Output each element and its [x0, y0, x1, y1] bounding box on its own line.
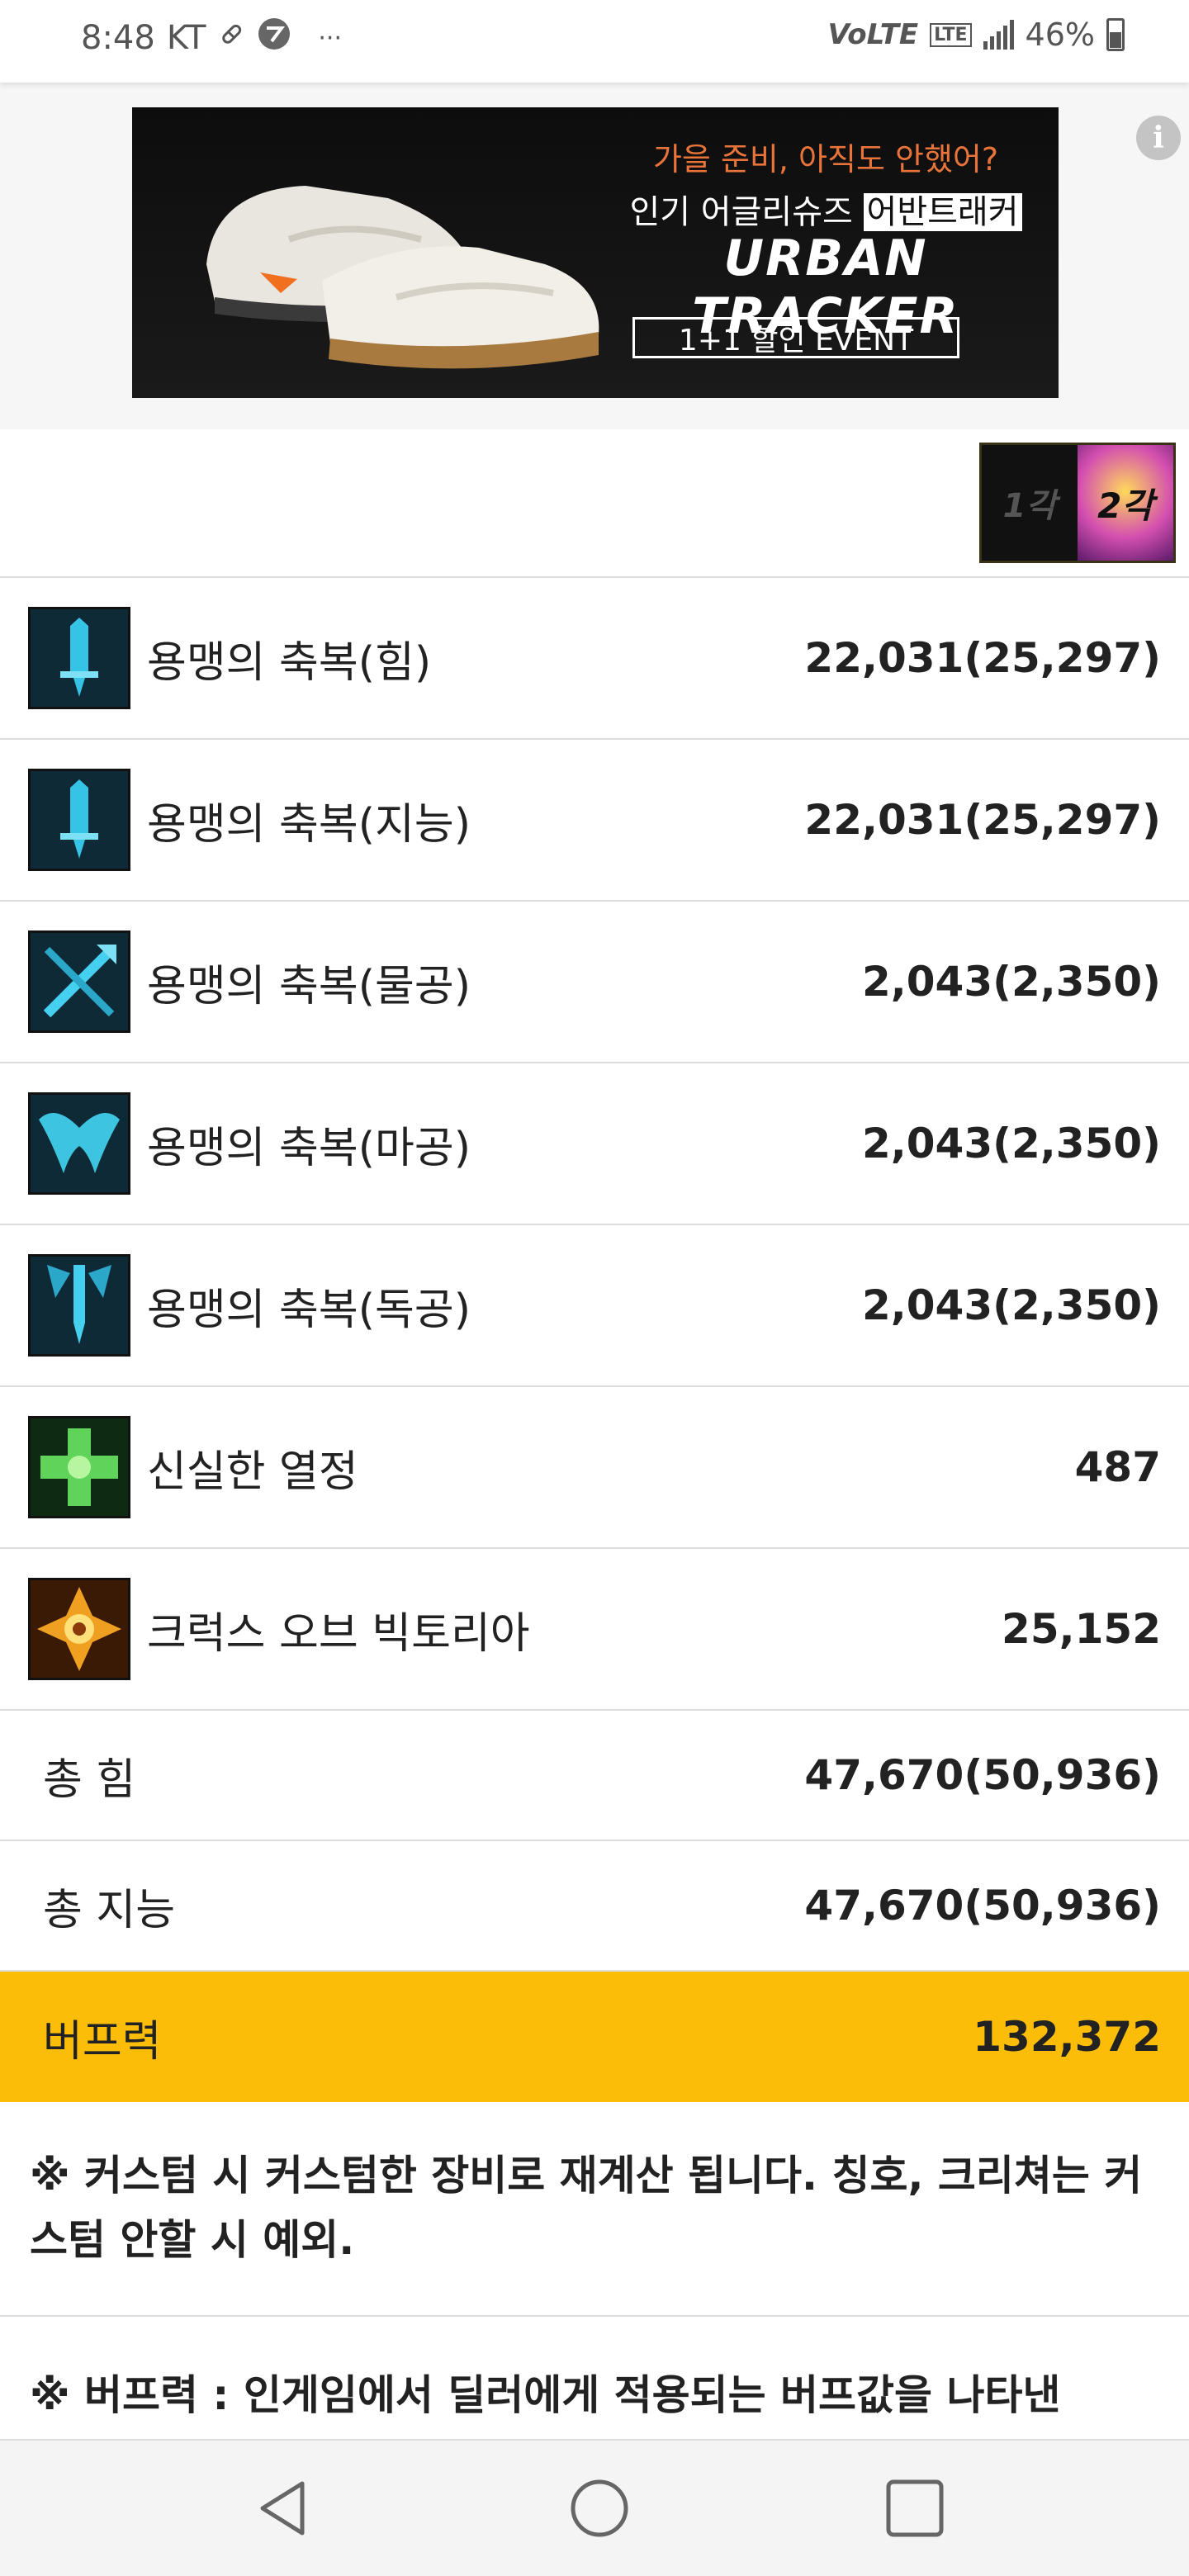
battery-percent: 46%	[1025, 17, 1095, 53]
total-row: 총 힘 47,670(50,936)	[0, 1711, 1189, 1841]
volte-indicator: VoLTE	[827, 18, 919, 51]
buff-row: 용맹의 축복(독공) 2,043(2,350)	[0, 1225, 1189, 1387]
lte-indicator: LTE	[930, 22, 972, 47]
note-buff-power: ※ 버프력 : 인게임에서 딜러에게 적용되는 버프값을 나타낸	[30, 2371, 1061, 2419]
buff-value: 25,152	[1002, 1605, 1161, 1653]
sword-down-icon	[28, 607, 130, 709]
total-value: 47,670(50,936)	[804, 1882, 1161, 1930]
buff-power-value: 132,372	[973, 2013, 1161, 2061]
awakening-toggle-row: 1각 2각	[0, 429, 1189, 578]
navigation-bar	[0, 2439, 1189, 2576]
status-bar: 8:48 KT ··· VoLTE LTE 46%	[0, 0, 1189, 83]
buff-name: 용맹의 축복(힘)	[147, 637, 432, 688]
awakening-2-option[interactable]: 2각	[1078, 445, 1173, 561]
status-time: 8:48	[81, 19, 155, 57]
app-notification-icon	[257, 17, 291, 59]
buff-row: 크럭스 오브 빅토리아 25,152	[0, 1549, 1189, 1711]
signal-icon	[983, 20, 1014, 50]
ad-headline: 가을 준비, 아직도 안했어?	[652, 141, 999, 178]
buff-value: 22,031(25,297)	[804, 796, 1161, 844]
buff-list: 용맹의 축복(힘) 22,031(25,297) 용맹의 축복(지능) 22,0…	[0, 578, 1189, 2102]
winged-sword-icon	[28, 1254, 130, 1357]
back-triangle-icon	[260, 2481, 305, 2536]
buff-name: 크럭스 오브 빅토리아	[147, 1608, 530, 1659]
buff-power-label: 버프력	[43, 2016, 162, 2067]
buff-value: 22,031(25,297)	[804, 634, 1161, 682]
back-button[interactable]	[249, 2474, 319, 2543]
total-label: 총 힘	[43, 1754, 136, 1805]
green-cross-icon	[28, 1416, 130, 1518]
buff-row: 신실한 열정 487	[0, 1387, 1189, 1549]
buff-name: 용맹의 축복(지능)	[147, 799, 471, 850]
home-button[interactable]	[565, 2474, 634, 2543]
buff-row: 용맹의 축복(지능) 22,031(25,297)	[0, 740, 1189, 902]
wings-icon	[28, 1092, 130, 1195]
total-label: 총 지능	[43, 1885, 176, 1935]
notes-section: ※ 커스텀 시 커스텀한 장비로 재계산 됩니다. 칭호, 크리쳐는 커스텀 안…	[0, 2105, 1189, 2427]
buff-value: 2,043(2,350)	[861, 958, 1161, 1006]
total-value: 47,670(50,936)	[804, 1751, 1161, 1799]
buff-name: 신실한 열정	[147, 1447, 358, 1497]
home-circle-icon	[571, 2479, 628, 2537]
ad-area: 가을 준비, 아직도 안했어? 인기 어글리슈즈 어반트래커 URBAN TRA…	[0, 83, 1189, 429]
sneakers-image	[206, 186, 599, 369]
buff-value: 2,043(2,350)	[861, 1281, 1161, 1329]
buff-row: 용맹의 축복(물공) 2,043(2,350)	[0, 902, 1189, 1063]
status-more: ···	[318, 23, 342, 53]
pill-icon	[217, 19, 245, 57]
sword-down-icon	[28, 769, 130, 871]
ad-subheadline-highlight: 어반트래커	[863, 193, 1022, 231]
buff-name: 용맹의 축복(마공)	[147, 1123, 471, 1173]
buff-row: 용맹의 축복(힘) 22,031(25,297)	[0, 578, 1189, 740]
ad-event-button[interactable]: 1+1 할인 EVENT	[632, 317, 959, 358]
ad-subheadline-prefix: 인기 어글리슈즈	[629, 193, 864, 231]
crossed-swords-icon	[28, 930, 130, 1033]
ad-banner[interactable]: 가을 준비, 아직도 안했어? 인기 어글리슈즈 어반트래커 URBAN TRA…	[132, 107, 1059, 398]
total-row: 총 지능 47,670(50,936)	[0, 1841, 1189, 1972]
ad-info-icon[interactable]: i	[1136, 116, 1181, 160]
awakening-toggle[interactable]: 1각 2각	[979, 443, 1176, 563]
battery-icon	[1106, 18, 1125, 51]
golden-cross-icon	[28, 1578, 130, 1680]
buff-row: 용맹의 축복(마공) 2,043(2,350)	[0, 1063, 1189, 1225]
ad-subheadline: 인기 어글리슈즈 어반트래커	[611, 185, 1040, 233]
recent-apps-button[interactable]	[880, 2474, 950, 2543]
buff-power-row: 버프력 132,372	[0, 1972, 1189, 2102]
note-custom: ※ 커스텀 시 커스텀한 장비로 재계산 됩니다. 칭호, 크리쳐는 커스텀 안…	[0, 2105, 1189, 2317]
status-carrier: KT	[166, 19, 206, 57]
buff-value: 487	[1074, 1443, 1161, 1491]
buff-value: 2,043(2,350)	[861, 1120, 1161, 1167]
buff-name: 용맹의 축복(독공)	[147, 1285, 471, 1335]
recents-square-icon	[886, 2479, 944, 2537]
buff-name: 용맹의 축복(물공)	[147, 961, 471, 1011]
awakening-1-option[interactable]: 1각	[982, 445, 1078, 561]
